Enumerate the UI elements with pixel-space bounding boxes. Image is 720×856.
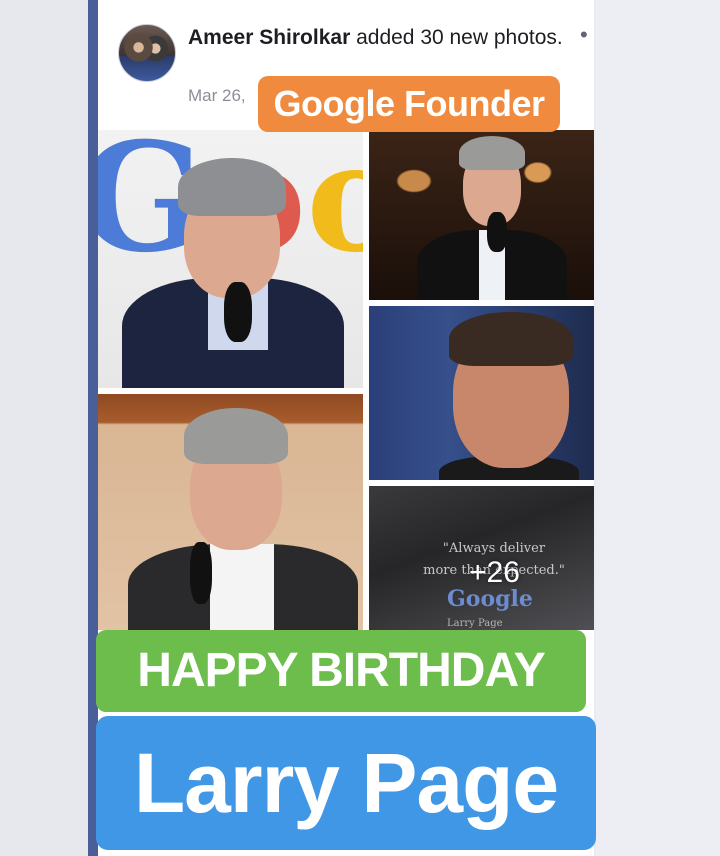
photo-4[interactable] <box>98 394 363 630</box>
photo-1[interactable]: Goog <box>98 130 363 388</box>
author-name-link[interactable]: Ameer Shirolkar <box>188 26 350 49</box>
microphone <box>190 542 212 604</box>
more-dots-icon[interactable]: • <box>580 22 588 48</box>
microphone <box>224 282 252 342</box>
photo-grid: Goog "Always deliver more than expected.… <box>98 130 594 630</box>
speaker-hair <box>184 408 288 464</box>
photo-3[interactable] <box>369 306 594 480</box>
author-avatar[interactable] <box>118 24 176 82</box>
quote-author: Larry Page <box>447 618 503 629</box>
more-photos-count[interactable]: +26 <box>469 556 520 590</box>
happy-birthday-banner: HAPPY BIRTHDAY <box>96 630 586 712</box>
larry-page-banner: Larry Page <box>96 716 596 850</box>
post-author-line: Ameer Shirolkar added 30 new photos. <box>188 24 568 51</box>
microphone <box>487 212 507 252</box>
photo-5-more[interactable]: "Always deliver more than expected." Goo… <box>369 486 594 630</box>
photo-2[interactable] <box>369 130 594 300</box>
speaker-hair <box>459 136 525 170</box>
post-action-text: added 30 new photos. <box>350 26 563 49</box>
google-founder-tag: Google Founder <box>258 76 560 132</box>
speaker-hair <box>178 158 286 216</box>
speaker-shirt <box>210 544 274 630</box>
post-date[interactable]: Mar 26, <box>188 86 246 106</box>
left-background <box>0 0 91 856</box>
speaker-hair <box>449 312 573 366</box>
right-background <box>596 0 720 856</box>
